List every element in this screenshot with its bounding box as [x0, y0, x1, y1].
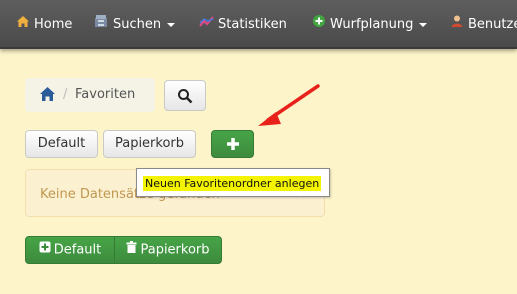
breadcrumb-separator: /: [63, 87, 68, 102]
trash-folder-button[interactable]: Papierkorb: [103, 130, 196, 158]
nav-suchen[interactable]: Suchen: [94, 0, 176, 49]
chevron-down-icon: [167, 22, 176, 27]
search-icon: [177, 88, 193, 108]
breadcrumb: / Favoriten: [25, 78, 155, 112]
search-cabinet-icon: [94, 0, 109, 49]
group-default-button[interactable]: Default: [25, 236, 115, 264]
red-arrow-annotation: [258, 84, 320, 126]
breadcrumb-current: Favoriten: [75, 87, 136, 102]
plus-square-icon: [39, 237, 51, 263]
user-icon: [450, 0, 464, 49]
nav-statistiken[interactable]: Statistiken: [199, 0, 287, 49]
nav-suchen-label: Suchen: [113, 17, 162, 32]
group-default-label: Default: [53, 242, 102, 258]
nav-wurfplanung-label: Wurfplanung: [330, 17, 414, 32]
tooltip: Neuen Favoritenordner anlegen: [136, 168, 330, 197]
default-folder-button[interactable]: Default: [25, 130, 98, 158]
group-trash-label: Papierkorb: [140, 242, 210, 258]
top-navbar: Home Suchen Statistiken Wurfplanung Benu…: [0, 0, 517, 49]
nav-home[interactable]: Home: [16, 0, 72, 49]
home-icon: [16, 0, 30, 49]
chart-icon: [199, 0, 214, 49]
home-icon[interactable]: [39, 86, 56, 106]
folder-button-group: Default Papierkorb: [25, 236, 222, 264]
add-folder-button[interactable]: [211, 130, 254, 158]
nav-wurfplanung[interactable]: Wurfplanung: [312, 0, 428, 49]
chevron-down-icon: [419, 22, 428, 27]
group-trash-button[interactable]: Papierkorb: [114, 236, 222, 264]
plus-icon: [226, 137, 240, 155]
nav-benutzer[interactable]: Benutze: [450, 0, 517, 49]
tooltip-text: Neuen Favoritenordner anlegen: [143, 176, 322, 191]
nav-benutzer-label: Benutze: [468, 17, 517, 32]
nav-statistiken-label: Statistiken: [218, 17, 287, 32]
plus-circle-icon: [312, 0, 326, 49]
trash-icon: [126, 237, 137, 263]
search-button[interactable]: [164, 80, 206, 111]
nav-home-label: Home: [34, 17, 73, 32]
